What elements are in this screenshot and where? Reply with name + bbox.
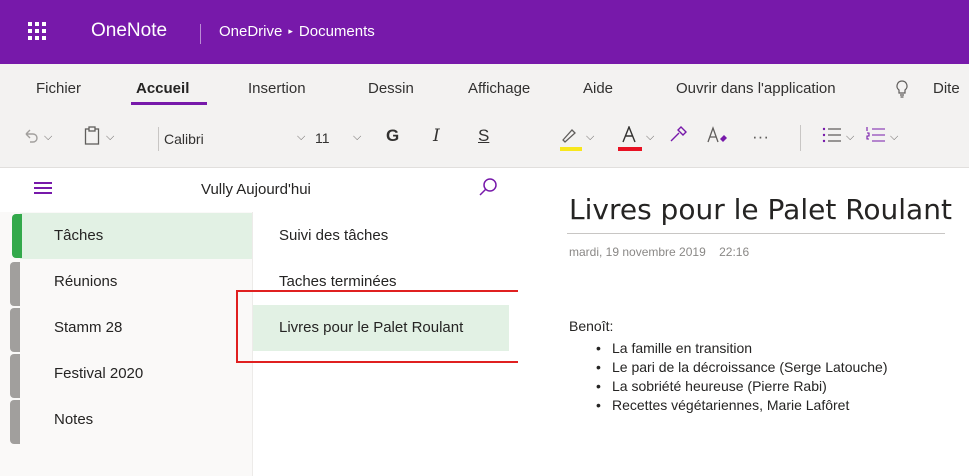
menu-accueil[interactable]: Accueil xyxy=(136,80,189,97)
active-tab-indicator xyxy=(131,102,207,105)
font-color-swatch xyxy=(618,147,642,151)
format-painter-icon[interactable] xyxy=(668,126,688,149)
section-notes[interactable]: Notes xyxy=(20,397,252,443)
hamburger-menu-icon[interactable] xyxy=(34,182,52,194)
bullet-chevron-down-icon[interactable]: ⌵ xyxy=(846,131,854,144)
underline-button[interactable]: S xyxy=(478,126,489,146)
menu-dessin[interactable]: Dessin xyxy=(368,80,414,97)
app-name[interactable]: OneNote xyxy=(91,20,167,42)
section-tab-edge xyxy=(10,308,20,352)
menu-aide[interactable]: Aide xyxy=(583,80,613,97)
notebook-name[interactable]: Vully Aujourd'hui xyxy=(201,181,311,198)
more-options-button[interactable]: ··· xyxy=(752,127,769,147)
breadcrumb-arrow-icon: ▸ xyxy=(288,26,293,36)
bullet-list-icon[interactable] xyxy=(822,126,842,149)
section-stamm-28[interactable]: Stamm 28 xyxy=(20,305,252,351)
highlight-color-swatch xyxy=(560,147,582,151)
annotation-highlight-box xyxy=(236,290,537,363)
toolbar-separator xyxy=(800,125,801,151)
font-color-chevron-down-icon[interactable]: ⌵ xyxy=(646,131,654,144)
breadcrumb[interactable]: OneDrive ▸ Documents xyxy=(219,23,375,40)
highlight-chevron-down-icon[interactable]: ⌵ xyxy=(586,131,594,144)
clipboard-icon[interactable] xyxy=(84,126,100,150)
font-name-select[interactable]: Calibri xyxy=(158,127,340,151)
selected-section-marker xyxy=(12,214,22,258)
menu-tell-me[interactable]: Dite xyxy=(933,80,960,97)
note-author-line[interactable]: Benoît: xyxy=(569,318,613,334)
highlight-pen-icon[interactable] xyxy=(559,126,579,149)
book-list[interactable]: La famille en transition Le pari de la d… xyxy=(596,339,888,415)
menu-affichage[interactable]: Affichage xyxy=(468,80,530,97)
section-tab-edge xyxy=(10,400,20,444)
page-title[interactable]: Livres pour le Palet Roulant xyxy=(569,193,952,226)
section-festival-2020[interactable]: Festival 2020 xyxy=(20,351,252,397)
numbered-list-icon[interactable] xyxy=(866,126,886,149)
undo-icon[interactable] xyxy=(22,126,40,149)
list-item[interactable]: Recettes végétariennes, Marie Lafôret xyxy=(596,396,888,415)
menu-fichier[interactable]: Fichier xyxy=(36,80,81,97)
page-suivi-des-taches[interactable]: Suivi des tâches xyxy=(253,213,509,259)
font-chevron-down-icon[interactable]: ⌵ xyxy=(297,131,305,144)
page-date: mardi, 19 novembre 2019 22:16 xyxy=(569,245,749,259)
size-chevron-down-icon[interactable]: ⌵ xyxy=(353,131,361,144)
bold-button[interactable]: G xyxy=(386,126,399,146)
undo-chevron-down-icon[interactable]: ⌵ xyxy=(44,131,52,144)
menu-insertion[interactable]: Insertion xyxy=(248,80,306,97)
breadcrumb-documents[interactable]: Documents xyxy=(299,23,375,40)
clear-formatting-icon[interactable] xyxy=(706,126,728,149)
section-tab-edge xyxy=(10,354,20,398)
italic-button[interactable]: I xyxy=(433,126,440,146)
lightbulb-icon[interactable] xyxy=(895,80,909,103)
paste-chevron-down-icon[interactable]: ⌵ xyxy=(106,131,114,144)
numbered-chevron-down-icon[interactable]: ⌵ xyxy=(890,131,898,144)
title-separator xyxy=(200,24,201,44)
title-underline xyxy=(567,233,945,234)
list-item[interactable]: La sobriété heureuse (Pierre Rabi) xyxy=(596,377,888,396)
section-taches[interactable]: Tâches xyxy=(20,213,252,259)
menu-open-in-app[interactable]: Ouvrir dans l'application xyxy=(676,80,836,97)
list-item[interactable]: Le pari de la décroissance (Serge Latouc… xyxy=(596,358,888,377)
font-size-select[interactable]: 11 xyxy=(315,130,330,146)
section-reunions[interactable]: Réunions xyxy=(20,259,252,305)
page-time: 22:16 xyxy=(719,245,750,259)
search-icon[interactable] xyxy=(478,176,500,203)
section-tab-edge xyxy=(10,262,20,306)
app-launcher-icon[interactable] xyxy=(28,22,46,40)
page-date-day: mardi, 19 novembre 2019 xyxy=(569,245,706,259)
breadcrumb-onedrive[interactable]: OneDrive xyxy=(219,23,282,40)
font-color-icon[interactable] xyxy=(620,125,638,148)
list-item[interactable]: La famille en transition xyxy=(596,339,888,358)
